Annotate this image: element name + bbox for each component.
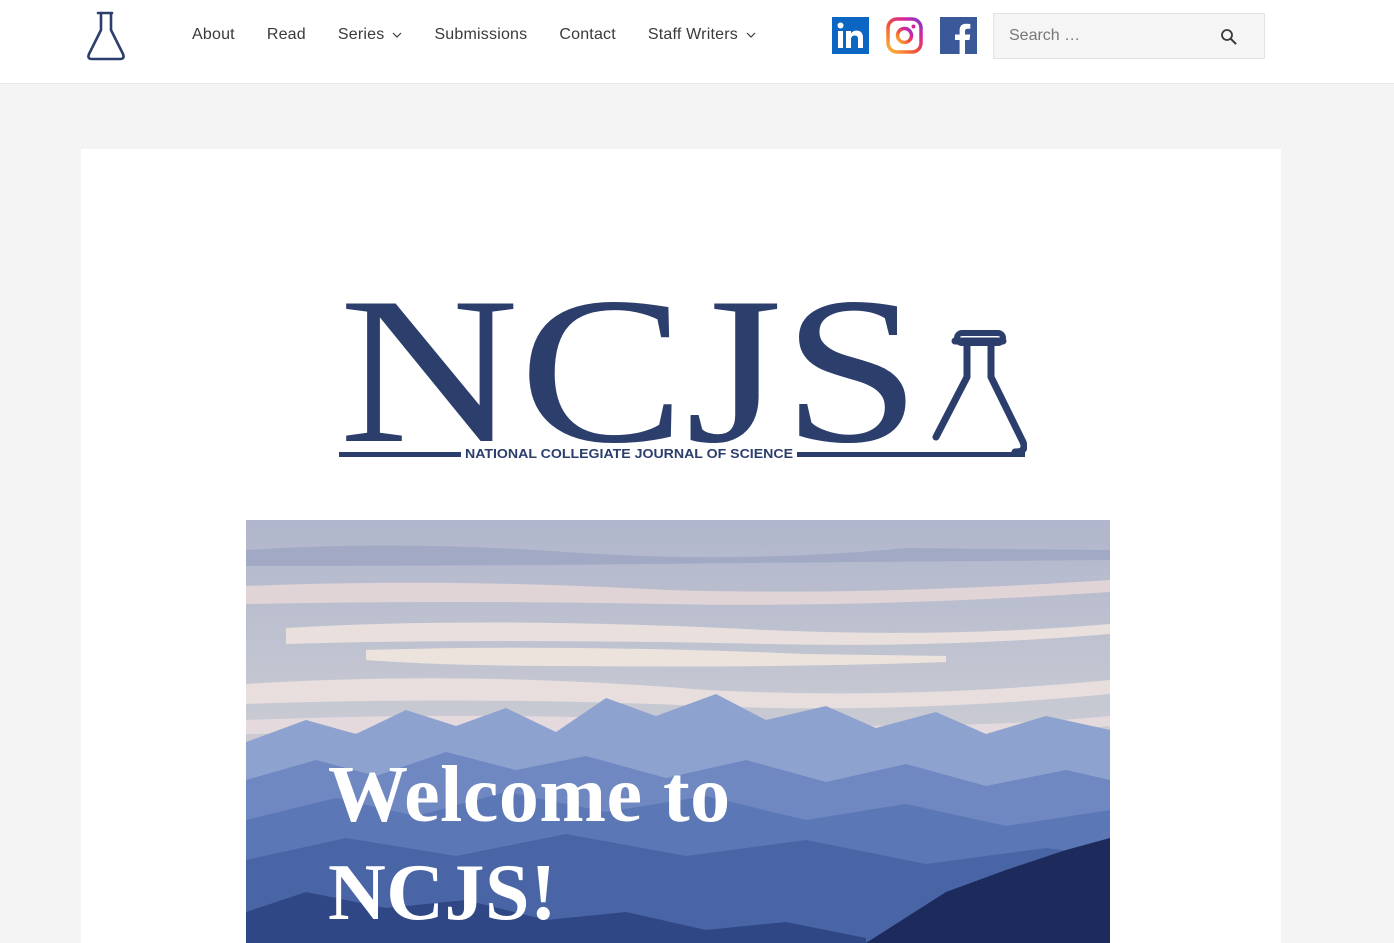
nav-contact-label: Contact [559,26,616,43]
hero-title-line-1: Welcome to [328,751,731,839]
content-card: NCJS NATIONAL COLLEGIATE JOURNAL OF SCIE… [81,149,1281,943]
site-logo-flask-icon[interactable] [84,10,128,62]
linkedin-icon[interactable] [832,17,869,54]
logo-subtitle: NATIONAL COLLEGIATE JOURNAL OF SCIENCE [465,447,793,461]
main-nav: About Read Series Submissions Contact St… [176,0,772,70]
hero-title-line-2: NCJS! [328,849,558,937]
chevron-down-icon [746,32,756,38]
nav-series[interactable]: Series [322,0,419,70]
nav-staff-writers-label: Staff Writers [647,26,738,43]
hero-title: Welcome to NCJS! [328,746,928,942]
nav-submissions-label: Submissions [434,26,528,43]
search-input[interactable] [994,14,1224,58]
nav-about[interactable]: About [176,0,251,70]
logo-wordmark: NCJS [339,277,921,463]
hero-banner: Welcome to NCJS! [246,520,1110,943]
instagram-icon[interactable] [886,17,923,54]
chevron-down-icon [393,32,402,38]
search-icon[interactable] [1220,28,1238,46]
nav-submissions[interactable]: Submissions [418,0,543,70]
nav-about-label: About [192,26,235,43]
nav-read[interactable]: Read [251,0,322,70]
site-header: About Read Series Submissions Contact St… [0,0,1394,84]
nav-contact[interactable]: Contact [543,0,632,70]
facebook-icon[interactable] [940,17,977,54]
nav-staff-writers[interactable]: Staff Writers [632,0,772,70]
search-form [993,13,1265,59]
flask-icon [932,330,1028,456]
ncjs-brand-logo: NCJS NATIONAL COLLEGIATE JOURNAL OF SCIE… [339,255,1028,487]
nav-series-label: Series [337,26,385,43]
nav-read-label: Read [266,26,306,43]
